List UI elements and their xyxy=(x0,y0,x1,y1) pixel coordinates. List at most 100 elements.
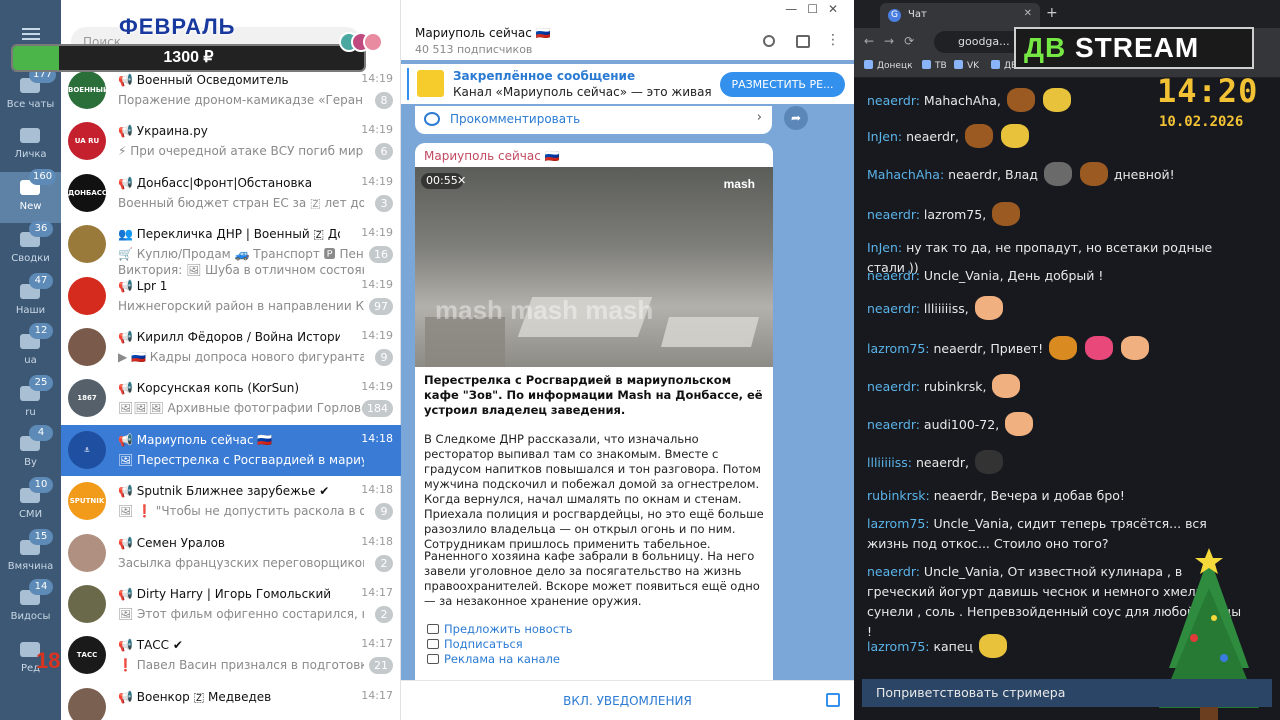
pinned-indicator xyxy=(407,68,409,100)
bookmark-item[interactable]: Донецк xyxy=(864,60,913,71)
sidebar-toggle-icon[interactable] xyxy=(796,35,810,48)
tab-bar: G Чат ✕ + xyxy=(854,0,1280,28)
emote-icon xyxy=(1049,336,1078,360)
chat-row[interactable]: 👥 Перекличка ДНР | Военный 🇿 Донецк 14:19… xyxy=(61,219,401,277)
menu-icon[interactable] xyxy=(22,28,40,40)
share-icon[interactable]: ➦ xyxy=(784,106,808,130)
more-icon[interactable]: ⋮ xyxy=(826,32,840,48)
clock: 14:20 xyxy=(1157,72,1259,110)
folder-3[interactable]: 36 Сводки xyxy=(0,221,61,275)
folder-badge: 47 xyxy=(29,273,53,289)
tab-chat[interactable]: G Чат ✕ xyxy=(880,3,1040,28)
suggest-news-label: Предложить новость xyxy=(444,622,573,636)
chat-nick[interactable]: neaerdr: xyxy=(867,301,920,316)
chat-time: 14:18 xyxy=(361,483,393,497)
search-icon[interactable] xyxy=(763,35,775,47)
new-tab-icon[interactable]: + xyxy=(1046,5,1058,21)
comment-button[interactable]: Прокомментировать › xyxy=(415,106,772,134)
chat-row[interactable]: 📢 Военкор 🇿 Медведев 14:17 xyxy=(61,682,401,720)
chat-time: 14:19 xyxy=(361,277,393,291)
suggest-news-link[interactable]: Предложить новость xyxy=(427,622,573,636)
bookmark-item[interactable]: VK xyxy=(954,60,979,71)
folder-8[interactable]: 10 СМИ xyxy=(0,477,61,531)
unread-badge: 21 xyxy=(369,657,393,675)
chat-row[interactable]: 📢 Lpr 1 14:19 Нижнегорский район в направл… xyxy=(61,271,401,322)
chat-message: llliiiiiss: neaerdr, xyxy=(867,450,1252,474)
post-video[interactable]: 00:55 ✕ mash mash mash mash xyxy=(415,167,773,367)
subscribe-link[interactable]: Подписаться xyxy=(427,637,523,651)
bookmark-item[interactable]: ТВ xyxy=(922,60,947,71)
nav-icons[interactable]: ←→⟳ xyxy=(864,34,924,48)
folder-label: New xyxy=(19,201,42,212)
folder-0[interactable]: 177 Все чаты xyxy=(0,67,61,121)
avatar: ⚓ xyxy=(68,430,106,469)
folder-label: Все чаты xyxy=(6,99,55,110)
bookmark-item[interactable]: ДЕ xyxy=(991,60,1017,71)
chat-message: rubinkrsk: neaerdr, Вечера и добав бро! xyxy=(867,486,1252,506)
chat-row[interactable]: ВОЕННЫЙ 📢 Военный Осведомитель 14:19 Пораже… xyxy=(61,65,401,116)
chat-text: neaerdr, Привет! xyxy=(929,341,1044,356)
avatar-text: ДОНБАСС xyxy=(68,188,106,197)
pinned-action-button[interactable]: РАЗМЕСТИТЬ РЕ... xyxy=(720,72,845,97)
chat-nick[interactable]: neaerdr: xyxy=(867,268,920,283)
ads-link[interactable]: Реклама на канале xyxy=(427,652,560,666)
folder-6[interactable]: 25 ru xyxy=(0,375,61,429)
avatar: ДОНБАСС xyxy=(68,173,106,212)
gift-icon[interactable] xyxy=(826,693,840,707)
chat-row[interactable]: ⚓ 📢 Мариуполь сейчас 🇷🇺 14:18 🖼 Перестрелка… xyxy=(61,424,401,476)
chat-nick[interactable]: neaerdr: xyxy=(867,93,920,108)
chat-nick[interactable]: InJen: xyxy=(867,129,902,144)
chat-nick[interactable]: lazrom75: xyxy=(867,516,930,531)
chat-nick[interactable]: rubinkrsk: xyxy=(867,488,930,503)
chat-nick[interactable]: lazrom75: xyxy=(867,639,930,654)
chat-preview: Нижнегорский район в направлении Керчь, … xyxy=(118,298,364,313)
folder-10[interactable]: 14 Видосы xyxy=(0,579,61,633)
avatar: SPUTNIK xyxy=(68,482,106,521)
post-author[interactable]: Мариуполь сейчас 🇷🇺 xyxy=(424,149,560,163)
avatar-text: ТАСС xyxy=(76,651,98,660)
avatar xyxy=(68,533,106,572)
chat-row[interactable]: ДОНБАСС 📢 Донбасс|Фронт|Обстановка 14:19 Во… xyxy=(61,168,401,219)
avatar-text: UA RU xyxy=(74,137,100,146)
folder-9[interactable]: 15 Вмячина xyxy=(0,529,61,583)
emote-icon xyxy=(992,202,1021,226)
greet-streamer-button[interactable]: Поприветствовать стримера xyxy=(862,679,1272,707)
chat-row[interactable]: 📢 Кирилл Фёдоров / Война История Оружие 1… xyxy=(61,322,401,373)
chat-nick[interactable]: llliiiiiss: xyxy=(867,455,912,470)
chat-row[interactable]: UA RU 📢 Украина.ру 14:19 ⚡ При очередной ат… xyxy=(61,116,401,167)
notification-bar: ВКЛ. УВЕДОМЛЕНИЯ xyxy=(401,680,854,720)
chat-text: neaerdr, Вечера и добав бро! xyxy=(929,488,1125,503)
stream-logo-left: ДВ xyxy=(1024,32,1067,63)
chat-row[interactable]: ТАСС 📢 ТАСС ✔ 14:17 ❗ Павел Васин признался… xyxy=(61,630,401,681)
folder-7[interactable]: 4 By xyxy=(0,425,61,479)
emote-icon xyxy=(974,450,1003,474)
chat-row[interactable]: SPUTNIK 📢 Sputnik Ближнее зарубежье ✔ 14:1… xyxy=(61,476,401,527)
chat-nick[interactable]: neaerdr: xyxy=(867,564,920,579)
chat-time: 14:17 xyxy=(361,637,393,651)
folder-2[interactable]: 160 New xyxy=(0,169,61,223)
folder-5[interactable]: 12 ua xyxy=(0,323,61,377)
folder-4[interactable]: 47 Наши xyxy=(0,273,61,327)
chat-message: neaerdr: rubinkrsk, xyxy=(867,374,1252,398)
chat-nick[interactable]: neaerdr: xyxy=(867,379,920,394)
chat-nick[interactable]: lazrom75: xyxy=(867,341,930,356)
folder-1[interactable]: Личка xyxy=(0,120,61,171)
enable-notifications-button[interactable]: ВКЛ. УВЕДОМЛЕНИЯ xyxy=(401,694,854,708)
mute-icon[interactable]: ✕ xyxy=(457,173,466,189)
chat-row[interactable]: 📢 Семен Уралов 14:18 Засылка французских п… xyxy=(61,528,401,579)
chat-nick[interactable]: neaerdr: xyxy=(867,207,920,222)
chat-nick[interactable]: neaerdr: xyxy=(867,417,920,432)
chat-nick[interactable]: MahachAha: xyxy=(867,167,944,182)
close-icon[interactable]: ✕ xyxy=(1024,8,1032,19)
unread-badge: 184 xyxy=(362,400,393,418)
chat-list: Поиск ВОЕННЫЙ 📢 Военный Осведомитель 14:19… xyxy=(11,0,401,720)
emote-icon xyxy=(974,296,1003,320)
stream-logo-right: STREAM xyxy=(1074,32,1200,63)
chat-row[interactable]: 📢 Dirty Harry | Игорь Гомольский 14:17 🖼 Э… xyxy=(61,579,401,630)
window-controls[interactable]: —☐✕ xyxy=(785,2,848,16)
post-paragraph-2: Раненного хозяина кафе забрали в больниц… xyxy=(424,549,760,608)
pinned-message[interactable]: Закреплённое сообщение Канал «Мариуполь … xyxy=(401,64,854,104)
chat-nick[interactable]: InJen: xyxy=(867,240,902,255)
chat-row[interactable]: 1867 📢 Корсунская копь (KorSun) 14:19 🖼🖼🖼 А… xyxy=(61,373,401,424)
channel-title[interactable]: Мариуполь сейчас 🇷🇺 xyxy=(415,26,551,40)
